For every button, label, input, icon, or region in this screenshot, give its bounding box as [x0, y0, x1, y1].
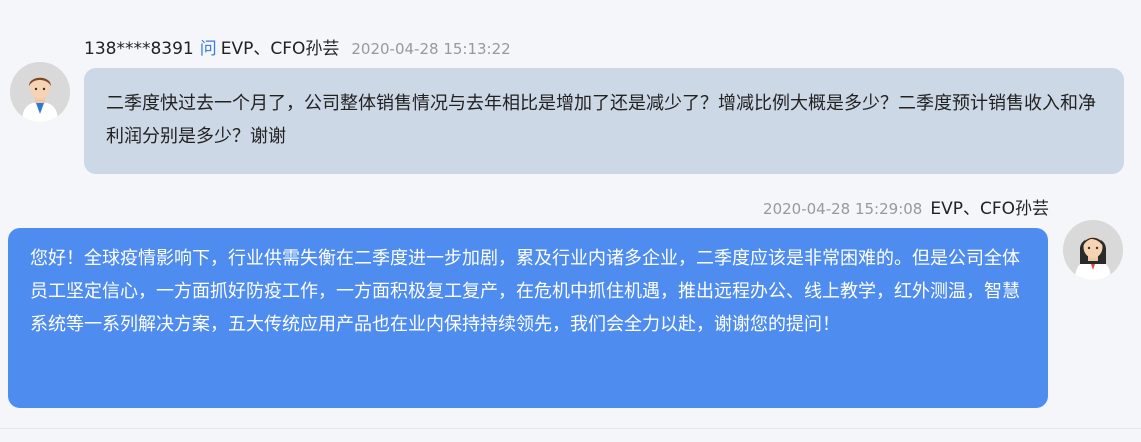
- answer-bubble: 您好！全球疫情影响下，行业供需失衡在二季度进一步加剧，累及行业内诸多企业，二季度…: [8, 228, 1048, 408]
- divider: [0, 428, 1141, 429]
- question-timestamp: 2020-04-28 15:13:22: [351, 40, 511, 58]
- male-user-avatar-icon: [10, 62, 70, 122]
- female-user-avatar-icon: [1063, 220, 1123, 280]
- asker-name: 138****8391: [84, 39, 194, 59]
- answer-meta: 2020-04-28 15:29:08 EVP、CFO孙芸: [763, 194, 1049, 219]
- responder-name: EVP、CFO孙芸: [930, 199, 1049, 219]
- qa-thread: 138****8391 问 EVP、CFO孙芸 2020-04-28 15:13:22…: [0, 0, 1141, 442]
- answer-timestamp: 2020-04-28 15:29:08: [763, 200, 923, 218]
- question-meta: 138****8391 问 EVP、CFO孙芸 2020-04-28 15:13:22: [84, 34, 511, 59]
- question-text: 二季度快过去一个月了，公司整体销售情况与去年相比是增加了还是减少了？增减比例大概…: [106, 93, 1096, 147]
- addressee-name: EVP、CFO孙芸: [220, 39, 340, 59]
- question-bubble: 二季度快过去一个月了，公司整体销售情况与去年相比是增加了还是减少了？增减比例大概…: [84, 68, 1124, 174]
- answer-text: 您好！全球疫情影响下，行业供需失衡在二季度进一步加剧，累及行业内诸多企业，二季度…: [30, 248, 1020, 335]
- ask-word: 问: [199, 39, 217, 59]
